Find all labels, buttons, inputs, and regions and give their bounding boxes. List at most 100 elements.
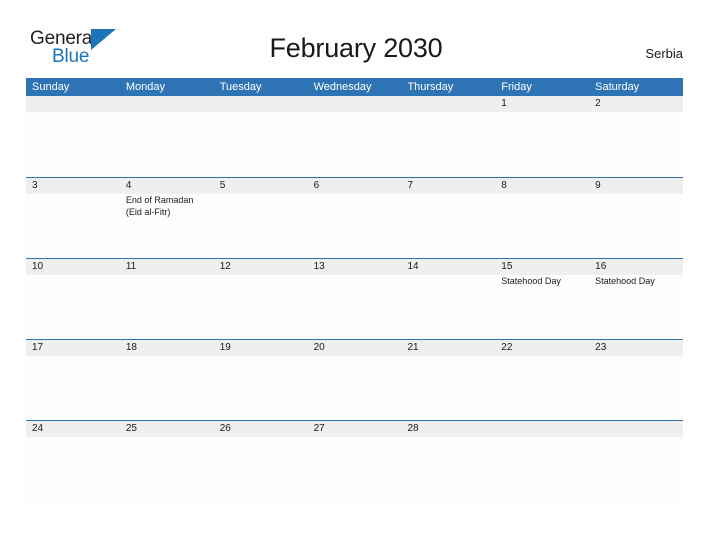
calendar-day-cell[interactable]: 24: [26, 421, 120, 501]
day-number: 19: [219, 342, 231, 353]
weekday-thursday: Thursday: [407, 81, 454, 93]
day-number: 11: [125, 261, 137, 272]
day-number: 24: [32, 423, 44, 434]
day-number-strip: [495, 96, 590, 112]
day-number: 23: [595, 342, 607, 353]
calendar-day-cell[interactable]: 9: [589, 178, 684, 258]
calendar-day-cell[interactable]: 3: [26, 178, 120, 258]
day-number: 28: [407, 423, 419, 434]
calendar-day-cell[interactable]: 23: [589, 340, 684, 420]
calendar-weeks: 1 2 3 4 End of Ramadan (Eid al-Fitr) 5 6 7 8 9 10 11…: [26, 96, 684, 501]
calendar-day-cell-empty: [589, 421, 684, 501]
calendar-day-cell[interactable]: 17: [26, 340, 120, 420]
calendar-day-cell[interactable]: 20: [307, 340, 402, 420]
day-number: 12: [219, 261, 231, 272]
day-number-strip: [26, 178, 120, 194]
day-number: 9: [595, 180, 601, 191]
calendar-day-cell[interactable]: 8: [495, 178, 590, 258]
day-number-strip: [589, 421, 684, 437]
weekday-wednesday: Wednesday: [313, 81, 372, 93]
day-number: 10: [32, 261, 44, 272]
calendar-day-cell-empty: [307, 96, 402, 177]
calendar-week-row: 17 18 19 20 21 22 23: [26, 339, 684, 420]
day-number-strip: [495, 178, 590, 194]
calendar-day-cell-empty: [495, 421, 590, 501]
calendar-day-cell[interactable]: 1: [495, 96, 590, 177]
calendar-day-cell[interactable]: 28: [401, 421, 496, 501]
calendar-day-cell[interactable]: 11: [119, 259, 214, 339]
calendar-day-cell[interactable]: 14: [401, 259, 496, 339]
weekday-tuesday: Tuesday: [219, 81, 262, 93]
calendar-day-cell[interactable]: 2: [589, 96, 684, 177]
calendar-day-cell[interactable]: 27: [307, 421, 402, 501]
day-number-strip: [119, 96, 214, 112]
day-number-strip: [307, 96, 402, 112]
day-number-strip: [495, 421, 590, 437]
calendar-weekday-header: Sunday Monday Tuesday Wednesday Thursday…: [26, 78, 683, 96]
weekday-sunday: Sunday: [32, 81, 70, 93]
calendar-day-cell[interactable]: 7: [401, 178, 496, 258]
day-number: 7: [407, 180, 413, 191]
weekday-saturday: Saturday: [595, 81, 640, 93]
calendar-day-cell[interactable]: 12: [213, 259, 308, 339]
calendar-day-cell[interactable]: 10: [26, 259, 120, 339]
day-number-strip: [119, 178, 214, 194]
calendar-day-cell-empty: [26, 96, 120, 177]
calendar-day-cell[interactable]: 25: [119, 421, 214, 501]
day-number: 3: [32, 180, 38, 191]
calendar-week-row: 24 25 26 27 28: [26, 420, 684, 501]
day-number: 8: [501, 180, 507, 191]
calendar-day-cell[interactable]: 26: [213, 421, 308, 501]
day-number: 13: [313, 261, 325, 272]
day-number-strip: [589, 178, 684, 194]
day-number: 5: [219, 180, 226, 191]
day-number-strip: [26, 96, 120, 112]
day-events: Statehood Day: [501, 276, 586, 288]
calendar-week-row: 3 4 End of Ramadan (Eid al-Fitr) 5 6 7 8 9: [26, 177, 684, 258]
day-event-text: End of Ramadan: [125, 195, 194, 205]
page-title: February 2030: [269, 33, 443, 63]
day-event-text: Statehood Day: [595, 276, 655, 286]
calendar-day-cell[interactable]: 21: [401, 340, 496, 420]
day-number-strip: [213, 178, 308, 194]
day-number: 1: [501, 98, 507, 109]
calendar-week-row: 10 11 12 13 14 15 Statehood Day 16 Statehood Day: [26, 258, 684, 339]
calendar-day-cell[interactable]: 19: [213, 340, 308, 420]
calendar-page: General Blue February 2030 Serbia Sunday…: [0, 0, 712, 550]
calendar-day-cell[interactable]: 13: [307, 259, 402, 339]
day-number-strip: [401, 96, 496, 112]
calendar-day-cell[interactable]: 16 Statehood Day: [589, 259, 684, 339]
calendar-day-cell[interactable]: 15 Statehood Day: [495, 259, 590, 339]
day-number: 25: [125, 423, 137, 434]
day-number: 22: [501, 342, 513, 353]
day-number: 17: [32, 342, 44, 353]
calendar-week-row: 12: [26, 96, 684, 177]
day-number: 27: [313, 423, 325, 434]
page-header: General Blue February 2030 Serbia: [0, 0, 712, 78]
calendar-day-cell-empty: [213, 96, 308, 177]
day-number: 18: [125, 342, 137, 353]
day-number: 2: [595, 98, 601, 109]
day-number: 16: [595, 261, 607, 272]
calendar-day-cell[interactable]: 4 End of Ramadan (Eid al-Fitr): [119, 178, 214, 258]
day-event-text: (Eid al-Fitr): [125, 206, 171, 217]
region-label: Serbia: [645, 46, 683, 61]
day-number: 14: [407, 261, 419, 272]
weekday-friday: Friday: [501, 81, 532, 93]
day-number: 20: [313, 342, 325, 353]
day-number-strip: [401, 178, 496, 194]
day-number-strip: [589, 96, 684, 112]
calendar-day-cell[interactable]: 5: [213, 178, 308, 258]
calendar-day-cell[interactable]: 18: [119, 340, 214, 420]
day-number: 4: [125, 180, 132, 191]
day-number: 15: [501, 261, 513, 272]
calendar-day-cell[interactable]: 6: [307, 178, 402, 258]
day-event-text: Statehood Day: [501, 276, 561, 286]
calendar-grid: Sunday Monday Tuesday Wednesday Thursday…: [26, 78, 684, 501]
calendar-day-cell[interactable]: 22: [495, 340, 590, 420]
day-number-strip: [307, 178, 402, 194]
calendar-day-cell-empty: [119, 96, 214, 177]
weekday-monday: Monday: [125, 81, 165, 93]
day-events: End of Ramadan (Eid al-Fitr): [126, 195, 211, 218]
day-number: 6: [313, 180, 320, 191]
